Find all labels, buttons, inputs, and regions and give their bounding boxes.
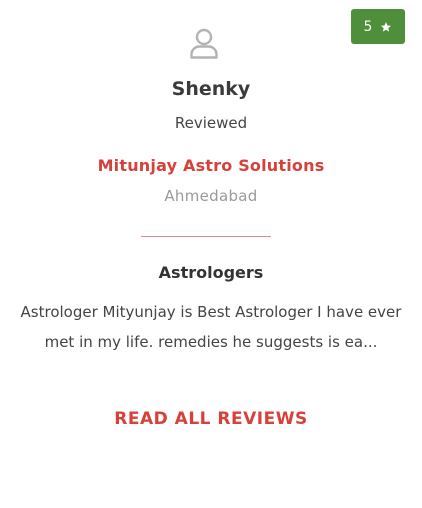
reviewer-name: Shenky [171, 78, 251, 100]
read-all-reviews-link[interactable]: READ ALL REVIEWS [0, 409, 422, 429]
rating-badge: 5 [351, 9, 405, 44]
review-card: 5 Shenky Reviewed Mitunjay Astro Solutio… [0, 0, 422, 508]
business-city: Ahmedabad [164, 187, 258, 205]
user-icon [190, 28, 218, 59]
rating-value: 5 [363, 18, 373, 35]
business-name-link[interactable]: Mitunjay Astro Solutions [0, 156, 422, 175]
review-text: Astrologer Mityunjay is Best Astrologer … [20, 303, 402, 351]
divider [141, 236, 271, 237]
star-icon [381, 21, 392, 32]
category-label: Astrologers [158, 263, 264, 282]
reviewed-label: Reviewed [174, 114, 248, 132]
